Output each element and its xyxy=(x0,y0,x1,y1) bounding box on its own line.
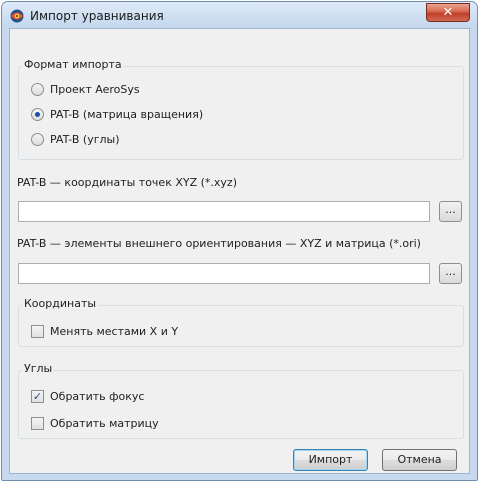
cancel-button[interactable]: Отмена xyxy=(382,449,457,471)
close-icon: ✕ xyxy=(442,5,454,20)
import-button[interactable]: Импорт xyxy=(293,449,368,471)
radio-label: PAT-B (углы) xyxy=(50,132,120,146)
radio-patb-angles[interactable]: PAT-B (углы) xyxy=(31,131,120,147)
ori-file-label: PAT-B — элементы внешнего ориентирования… xyxy=(17,237,421,250)
xyz-browse-button[interactable]: ... xyxy=(439,201,462,222)
coordinates-legend: Координаты xyxy=(22,297,99,310)
import-format-legend: Формат импорта xyxy=(22,58,124,71)
radio-button-off[interactable] xyxy=(31,132,44,146)
checkbox-unchecked[interactable] xyxy=(31,324,44,338)
dialog-body: Формат импорта Проект AeroSys PAT-B (мат… xyxy=(9,28,470,474)
app-eye-icon xyxy=(10,9,24,23)
window-title: Импорт уравнивания xyxy=(30,9,164,23)
checkbox-label: Менять местами X и Y xyxy=(50,324,179,338)
checkbox-swap-xy[interactable]: Менять местами X и Y xyxy=(31,323,178,339)
checkbox-unchecked[interactable] xyxy=(31,416,44,430)
radio-button-off[interactable] xyxy=(31,82,44,96)
radio-label: PAT-B (матрица вращения) xyxy=(50,107,204,121)
close-button[interactable]: ✕ xyxy=(426,3,470,22)
radio-button-on[interactable] xyxy=(31,107,44,121)
radio-patb-rotation-matrix[interactable]: PAT-B (матрица вращения) xyxy=(31,106,203,122)
checkbox-label: Обратить фокус xyxy=(50,389,145,403)
radio-label: Проект AeroSys xyxy=(50,82,140,96)
checkbox-label: Обратить матрицу xyxy=(50,416,159,430)
radio-aerosys-project[interactable]: Проект AeroSys xyxy=(31,81,140,97)
ori-browse-button[interactable]: ... xyxy=(439,263,462,284)
import-adjustment-dialog: Импорт уравнивания ✕ Формат импорта Прое… xyxy=(1,1,478,481)
angles-legend: Углы xyxy=(22,362,55,375)
xyz-file-label: PAT-B — координаты точек XYZ (*.xyz) xyxy=(17,176,237,189)
title-bar: Импорт уравнивания ✕ xyxy=(2,2,477,28)
ori-file-input[interactable] xyxy=(18,263,430,284)
checkbox-invert-matrix[interactable]: Обратить матрицу xyxy=(31,415,159,431)
checkbox-checked[interactable]: ✓ xyxy=(31,389,44,403)
xyz-file-input[interactable] xyxy=(18,201,430,222)
checkbox-invert-focus[interactable]: ✓ Обратить фокус xyxy=(31,388,144,404)
